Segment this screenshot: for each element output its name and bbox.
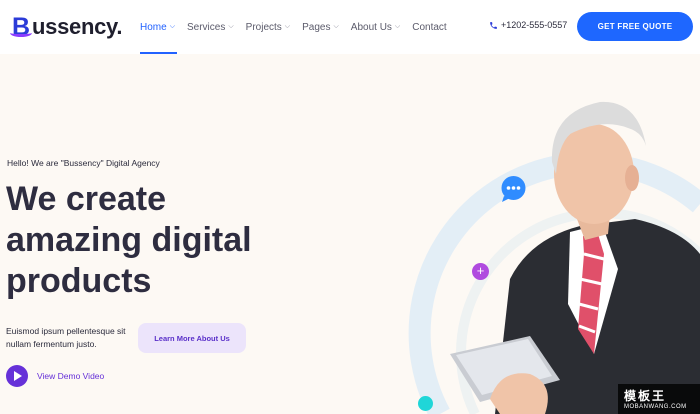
plus-icon: + bbox=[472, 263, 489, 280]
watermark: 模板王 MOBANWANG.COM bbox=[618, 384, 700, 414]
nav-item-home[interactable]: Home ⌵ bbox=[140, 0, 177, 54]
chevron-down-icon: ⌵ bbox=[284, 23, 291, 30]
phone-link[interactable]: +1202-555-0557 bbox=[489, 20, 567, 30]
get-free-quote-button[interactable]: GET FREE QUOTE bbox=[577, 12, 693, 41]
chevron-down-icon: ⌵ bbox=[169, 23, 175, 30]
nav-item-label: About Us bbox=[350, 21, 392, 33]
nav-item-pages[interactable]: Pages ⌵ bbox=[302, 0, 339, 54]
nav-item-projects[interactable]: Projects ⌵ bbox=[246, 0, 290, 54]
hero-headline: We create amazing digital products bbox=[6, 179, 296, 302]
watermark-title: 模板王 bbox=[624, 389, 667, 403]
hero-description: Euismod ipsum pellentesque sit nullam fe… bbox=[6, 326, 126, 349]
view-demo-video-link[interactable]: View Demo Video bbox=[6, 365, 104, 387]
nav-item-label: Contact bbox=[412, 21, 447, 33]
teal-dot-decoration bbox=[418, 396, 433, 411]
nav-item-label: Projects bbox=[245, 21, 282, 33]
chevron-down-icon: ⌵ bbox=[333, 23, 339, 30]
video-label: View Demo Video bbox=[37, 371, 105, 381]
play-icon bbox=[6, 365, 28, 387]
chat-bubble-icon bbox=[501, 176, 526, 202]
hero-section: Hello! We are "Bussency" Digital Agency … bbox=[0, 54, 700, 414]
chevron-down-icon: ⌵ bbox=[394, 23, 401, 30]
phone-number: +1202-555-0557 bbox=[501, 20, 568, 30]
logo-swoosh bbox=[10, 29, 32, 37]
logo-mark-icon: B bbox=[10, 14, 32, 40]
main-nav: Home ⌵ Services ⌵ Projects ⌵ Pages ⌵ Abo… bbox=[140, 0, 459, 54]
site-header: B ussency. Home ⌵ Services ⌵ Projects ⌵ … bbox=[0, 0, 700, 54]
nav-item-label: Services bbox=[187, 21, 226, 33]
phone-icon bbox=[490, 21, 497, 29]
logo[interactable]: B ussency. bbox=[10, 12, 122, 40]
headline-line-1: We create bbox=[6, 180, 167, 218]
chevron-down-icon: ⌵ bbox=[228, 23, 234, 30]
headline-line-2: amazing digital bbox=[6, 221, 252, 259]
logo-text: ussency. bbox=[32, 14, 123, 39]
headline-line-3: products bbox=[6, 262, 152, 300]
watermark-url: MOBANWANG.COM bbox=[624, 404, 687, 410]
nav-item-about-us[interactable]: About Us ⌵ bbox=[351, 0, 400, 54]
hero-illustration bbox=[408, 101, 700, 414]
nav-item-label: Pages bbox=[302, 21, 331, 33]
learn-more-button[interactable]: Learn More About Us bbox=[138, 323, 246, 353]
nav-item-contact[interactable]: Contact bbox=[412, 0, 446, 54]
nav-item-services[interactable]: Services ⌵ bbox=[187, 0, 234, 54]
nav-item-label: Home bbox=[140, 21, 167, 33]
hero-greeting: Hello! We are "Bussency" Digital Agency bbox=[7, 158, 160, 168]
